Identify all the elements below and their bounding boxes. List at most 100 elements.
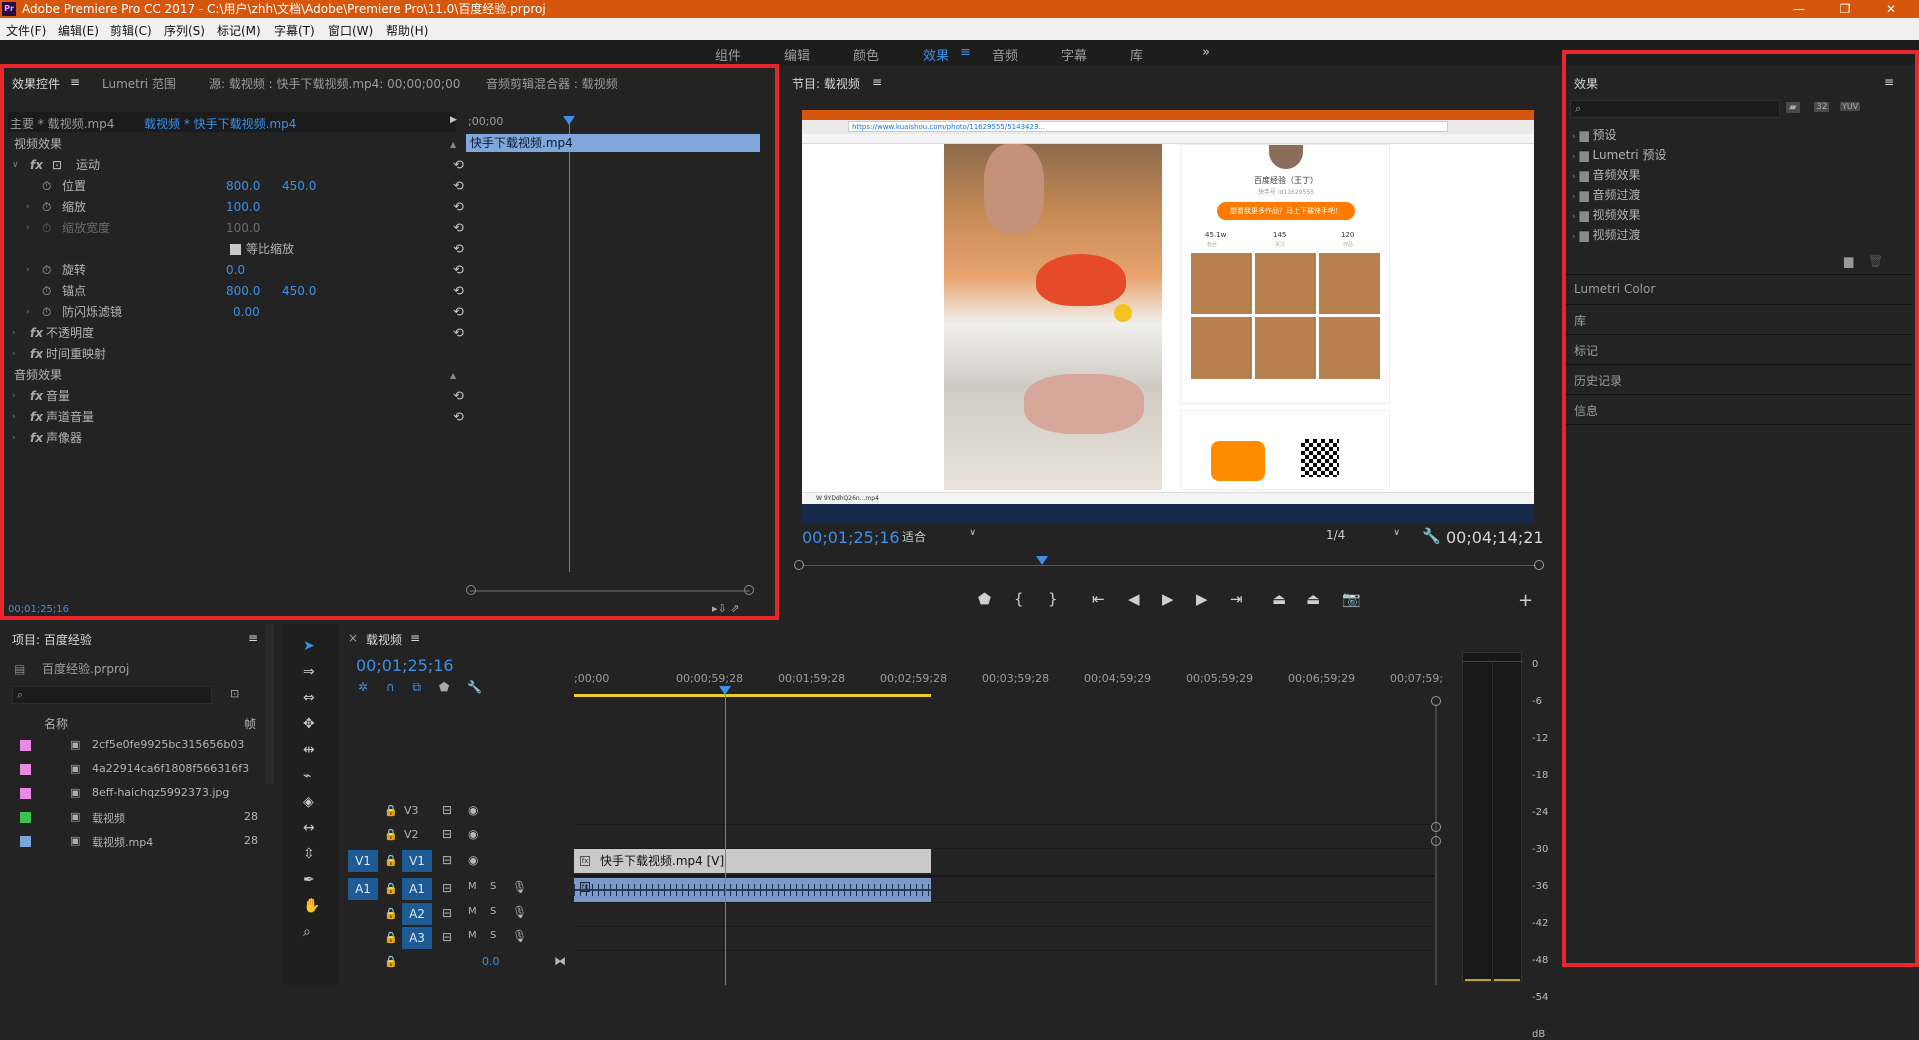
section-history[interactable]: 历史记录 [1574,372,1622,389]
sync-lock-icon[interactable]: ⊟ [442,803,452,817]
stopwatch-icon[interactable]: ⏱ [42,197,51,218]
ws-more-icon[interactable]: » [1202,45,1210,60]
close-button[interactable]: ✕ [1868,0,1914,18]
reset-icon[interactable]: ⟲ [453,176,464,197]
work-area-bar[interactable] [574,694,931,697]
fx-icon[interactable]: fx [30,386,43,407]
opacity-row[interactable]: › fx 不透明度 ⟲ [8,323,468,344]
ws-editing[interactable]: 编辑 [784,45,810,64]
32bit-effects-icon[interactable]: 32 [1814,102,1830,112]
volume-row[interactable]: › fx 音量 ⟲ [8,386,468,407]
master-clip-label[interactable]: 主要 * 载视频.mp4 [10,115,114,132]
rate-stretch-tool-icon[interactable]: ⇹ [303,742,315,758]
sync-lock-icon[interactable]: ⊟ [442,930,452,944]
ripple-edit-tool-icon[interactable]: ⇔ [303,690,315,706]
audio-clip[interactable] [574,878,931,902]
channel-volume-row[interactable]: › fx 声道音量 ⟲ [8,407,468,428]
lock-icon[interactable]: 🔒 [384,931,398,944]
step-back-icon[interactable]: ◀ [1128,590,1140,608]
zoom-tool-icon[interactable]: ⌕ [303,924,311,940]
tree-item-audio-effects[interactable]: › ▆ 音频效果 [1572,166,1902,186]
project-item[interactable]: #e88be3 ▣ 4a22914ca6f1808f566316f3 [12,758,260,782]
mark-out-icon[interactable]: } [1048,590,1058,608]
solo-button[interactable]: S [490,906,496,917]
add-marker-icon[interactable]: ⬟ [439,680,449,694]
fx-icon[interactable]: fx [30,323,43,344]
play-icon[interactable]: ▶ [450,115,457,125]
reset-icon[interactable]: ⟲ [453,260,464,281]
pen-tool-icon[interactable]: ✒ [303,872,315,888]
lock-icon[interactable]: 🔒 [384,907,398,920]
mini-clip[interactable]: 快手下载视频.mp4 [466,134,760,152]
effects-search-input[interactable]: ⌕ [1570,100,1780,118]
effects-title[interactable]: 效果 [1574,75,1598,92]
microphone-icon[interactable]: 🎙 [512,880,527,894]
reset-icon[interactable]: ⟲ [453,155,464,176]
tree-item-video-transitions[interactable]: › ▆ 视频过渡 [1572,226,1902,246]
reset-icon[interactable]: ⟲ [453,302,464,323]
microphone-icon[interactable]: 🎙 [512,929,527,943]
reset-icon[interactable]: ⟲ [453,323,464,344]
project-item[interactable]: #3fbf50 ▣ 载视频 28 [12,806,260,830]
tab-audio-mixer[interactable]: 音频剪辑混合器 : 载视频 [486,75,618,92]
stopwatch-icon[interactable]: ⏱ [42,260,51,281]
track-a3-label[interactable]: A3 [402,927,432,949]
add-button-icon[interactable]: + [1518,590,1533,611]
mute-button[interactable]: M [468,930,477,941]
stopwatch-icon[interactable]: ⏱ [42,281,51,302]
mute-button[interactable]: M [468,906,477,917]
go-to-out-icon[interactable]: ⇥ [1230,590,1243,608]
effects-menu-icon[interactable]: ≡ [1884,75,1894,89]
close-tab-icon[interactable]: × [348,631,358,645]
timeline-settings-icon[interactable]: 🔧 [467,680,482,694]
section-info[interactable]: 信息 [1574,402,1598,419]
snap-nested-icon[interactable]: ✲ [358,680,368,694]
lock-icon[interactable]: 🔒 [384,828,398,841]
yuv-effects-icon[interactable]: YUV [1840,102,1861,111]
source-patch-v1[interactable]: V1 [348,850,378,872]
mute-button[interactable]: M [468,881,477,892]
ws-libraries[interactable]: 库 [1130,45,1143,64]
motion-row[interactable]: ∨ fx ⊡ 运动 ⟲ [8,155,468,176]
sequence-clip-label[interactable]: 载视频 * 快手下载视频.mp4 [144,115,296,132]
menu-file[interactable]: 文件(F) [6,22,46,39]
timeline-ruler[interactable]: ;00;00 00;00;59;28 00;01;59;28 00;02;59;28 0… [574,670,1443,692]
program-menu-icon[interactable]: ≡ [872,75,882,89]
label-color-swatch[interactable]: #e88be3 [20,764,31,775]
tree-item-presets[interactable]: › ▆ 预设 [1572,126,1902,146]
export-icon[interactable]: ▸⇩ ⇗ [712,602,739,615]
flicker-value[interactable]: 0.00 [233,302,260,323]
anchor-x[interactable]: 800.0 [226,281,260,302]
menu-sequence[interactable]: 序列(S) [164,22,205,39]
stopwatch-icon[interactable]: ⏱ [42,176,51,197]
ws-menu-icon[interactable]: ≡ [960,45,971,60]
stopwatch-icon[interactable]: ⏱ [42,302,51,323]
tab-source[interactable]: 源: 载视频 : 快手下载视频.mp4: 00;00;00;00 [209,75,460,92]
project-item[interactable]: #7aa5d8 ▣ 载视频.mp4 28 [12,830,260,854]
tree-item-lumetri-presets[interactable]: › ▆ Lumetri 预设 [1572,146,1902,166]
ws-color[interactable]: 颜色 [853,45,879,64]
eye-icon[interactable]: ◉ [468,853,478,867]
timeline-timecode[interactable]: 00;01;25;16 [356,656,454,675]
slide-tool-icon[interactable]: ↔ [303,820,315,836]
maximize-button[interactable]: ❐ [1822,0,1868,18]
hand-tool-icon[interactable]: ✋ [303,898,320,914]
project-scrollbar[interactable] [266,624,274,784]
rolling-edit-tool-icon[interactable]: ✥ [303,716,315,732]
project-search-input[interactable]: ⌕ [12,686,212,704]
menu-window[interactable]: 窗口(W) [328,22,373,39]
program-playhead-icon[interactable] [1036,556,1048,565]
step-forward-icon[interactable]: ▶ [1196,590,1208,608]
solo-button[interactable]: S [490,930,496,941]
reset-icon[interactable]: ⟲ [453,407,464,428]
tab-menu-icon[interactable]: ≡ [70,75,80,89]
menu-help[interactable]: 帮助(H) [386,22,428,39]
track-a2-label[interactable]: A2 [402,903,432,925]
position-x[interactable]: 800.0 [226,176,260,197]
minimize-button[interactable]: — [1776,0,1822,18]
time-remap-row[interactable]: › fx 时间重映射 [8,344,468,365]
extract-icon[interactable]: ⏏ [1306,590,1320,608]
play-icon[interactable]: ▶ [1162,590,1174,608]
sync-lock-icon[interactable]: ⊟ [442,853,452,867]
project-title[interactable]: 项目: 百度经验 [12,631,92,648]
